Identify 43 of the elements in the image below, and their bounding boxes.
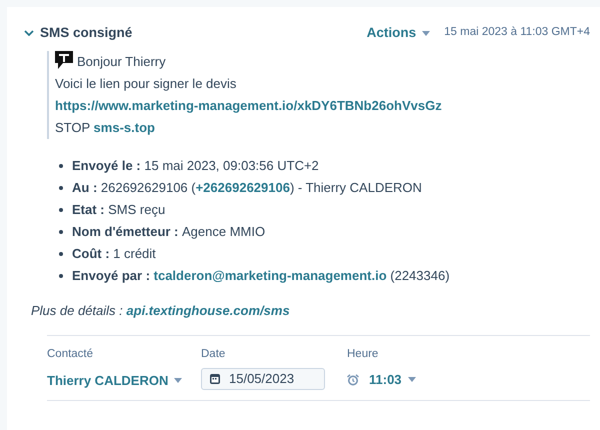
actions-button[interactable]: Actions (366, 22, 430, 44)
text: 1 crédit (113, 245, 156, 263)
bullet-icon (59, 208, 63, 212)
field-label: Contacté (47, 346, 94, 362)
text: SMS reçu (108, 201, 166, 219)
text: Agence MMIO (182, 223, 266, 241)
sms-logo-icon (55, 51, 73, 69)
calendar-icon (210, 373, 220, 384)
detail-label: Au : (72, 179, 98, 197)
text: 15 mai 2023, 09:03:56 UTC+2 (144, 157, 319, 175)
section-title: SMS consigné (40, 24, 132, 42)
bullet-icon (59, 230, 63, 234)
caret-icon (408, 377, 416, 382)
caret-icon (174, 378, 182, 383)
bullet-icon (59, 274, 63, 278)
detail-label: Coût : (72, 245, 111, 263)
details-link[interactable]: api.textinghouse.com/sms (126, 303, 290, 318)
detail-label: Envoyé le : (72, 157, 142, 175)
field-label: Date (201, 346, 226, 362)
link[interactable]: https://www.marketing-management.io/xkDY6TBNb26ohVvsGz (55, 95, 442, 117)
detail-label: Envoyé par : (72, 267, 152, 285)
date-field[interactable]: 15/05/2023 (201, 368, 325, 390)
time-dropdown[interactable]: 11:03 (369, 370, 416, 390)
timestamp: 15 mai 2023 à 11:03 GMT+4 (444, 25, 590, 40)
link[interactable]: sms-s.top (94, 117, 155, 139)
link[interactable]: tcalderon@marketing-management.io (154, 265, 387, 287)
text: ) - Thierry CALDERON (290, 179, 422, 197)
text: Bonjour Thierry (77, 53, 166, 71)
details-label: Plus de détails : (31, 303, 123, 318)
bullet-icon (59, 252, 63, 256)
detail-label: Nom d'émetteur : (72, 223, 180, 241)
link[interactable]: +262692629106 (196, 177, 290, 199)
text: Voici le lien pour signer le devis (55, 75, 236, 93)
contact-dropdown[interactable]: Thierry CALDERON (47, 370, 182, 390)
alarm-clock-icon (347, 374, 359, 386)
text: (2243346) (389, 267, 450, 285)
bullet-icon (59, 164, 63, 168)
field-label: Heure (347, 346, 380, 362)
caret-icon (422, 30, 430, 36)
text: STOP (55, 119, 91, 137)
text: 262692629106 ( (100, 179, 196, 197)
bullet-icon (59, 186, 63, 190)
detail-label: Etat : (72, 201, 106, 219)
